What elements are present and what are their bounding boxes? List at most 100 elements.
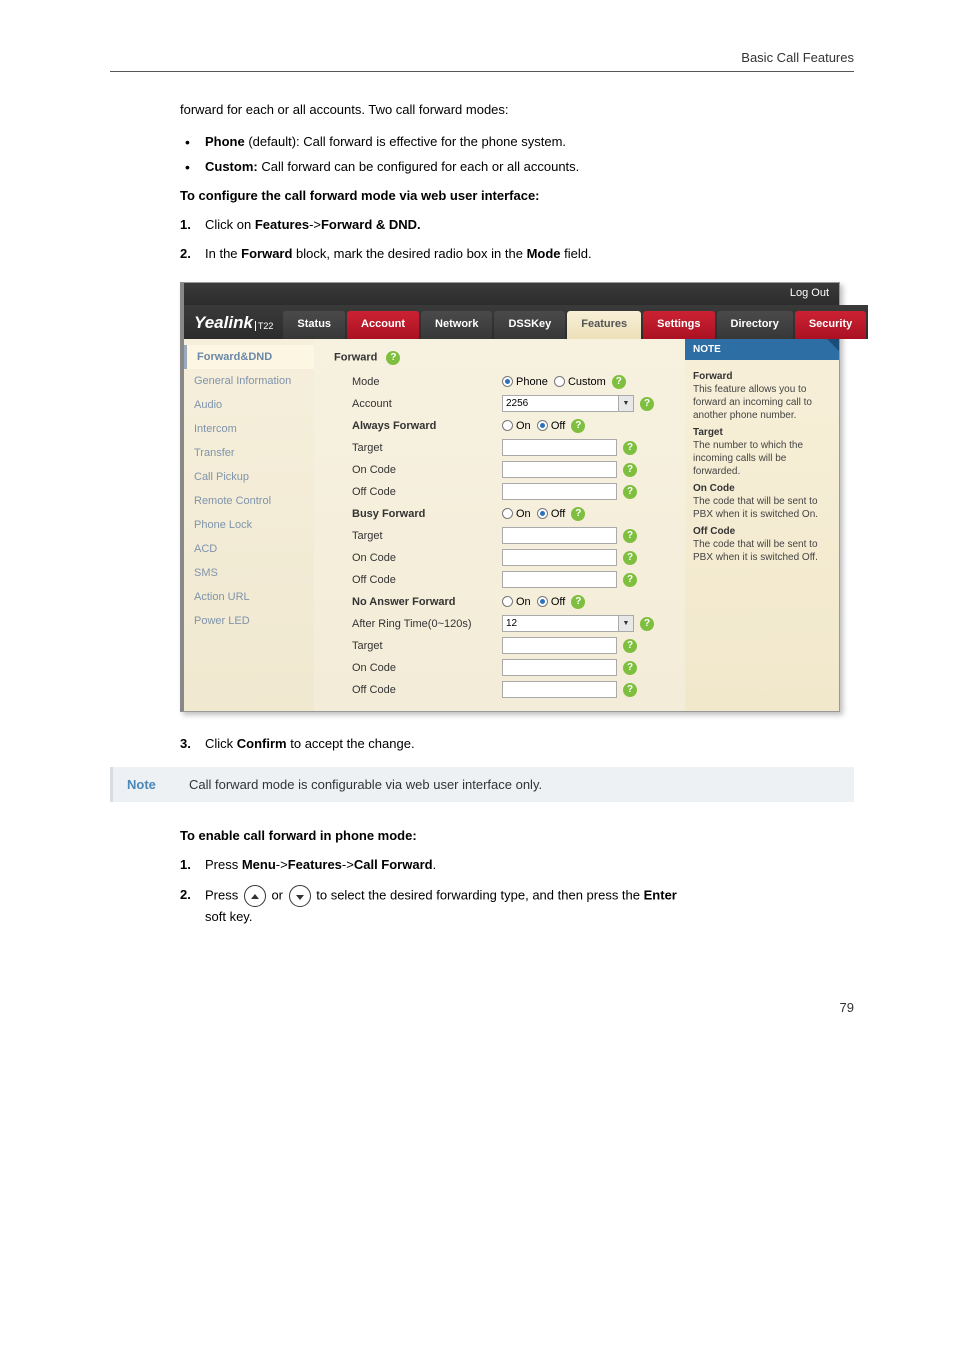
radio-busy-off[interactable] bbox=[537, 508, 548, 519]
bullet-phone-bold: Phone bbox=[205, 134, 245, 149]
radio-noanswer-off[interactable] bbox=[537, 596, 548, 607]
help-icon[interactable]: ? bbox=[623, 573, 637, 587]
up-key-icon bbox=[244, 885, 266, 907]
help-icon[interactable]: ? bbox=[571, 595, 585, 609]
label-oncode: On Code bbox=[352, 662, 502, 674]
radio-always-off[interactable] bbox=[537, 420, 548, 431]
step2-end: field. bbox=[561, 246, 592, 261]
sidebar-item-callpickup[interactable]: Call Pickup bbox=[184, 465, 314, 489]
account-select[interactable]: 2256▼ bbox=[502, 395, 634, 412]
pstep1-end: . bbox=[433, 857, 437, 872]
note-offcode-desc: The code that will be sent to PBX when i… bbox=[693, 538, 831, 564]
pstep1-b2: Features bbox=[288, 857, 342, 872]
pstep2-post: to select the desired forwarding type, a… bbox=[313, 887, 644, 902]
sidebar-item-remote[interactable]: Remote Control bbox=[184, 489, 314, 513]
sidebar-item-audio[interactable]: Audio bbox=[184, 393, 314, 417]
sidebar-item-phonelock[interactable]: Phone Lock bbox=[184, 513, 314, 537]
label-afterring: After Ring Time(0~120s) bbox=[352, 618, 502, 630]
bullet-custom-bold: Custom: bbox=[205, 159, 258, 174]
help-icon[interactable]: ? bbox=[623, 551, 637, 565]
intro-paragraph: forward for each or all accounts. Two ca… bbox=[110, 100, 854, 120]
tab-directory[interactable]: Directory bbox=[717, 311, 793, 339]
step2-b1: Forward bbox=[241, 246, 292, 261]
busy-oncode-input[interactable] bbox=[502, 549, 617, 566]
sidebar-item-actionurl[interactable]: Action URL bbox=[184, 585, 314, 609]
step1-pre: Click on bbox=[205, 217, 255, 232]
note-text: Call forward mode is configurable via we… bbox=[189, 777, 840, 792]
tab-settings[interactable]: Settings bbox=[643, 311, 714, 339]
tab-security[interactable]: Security bbox=[795, 311, 866, 339]
radio-busy-on[interactable] bbox=[502, 508, 513, 519]
note-header: NOTE bbox=[685, 339, 839, 360]
always-target-input[interactable] bbox=[502, 439, 617, 456]
radio-on-label: On bbox=[516, 508, 531, 520]
help-icon[interactable]: ? bbox=[571, 419, 585, 433]
sidebar-item-sms[interactable]: SMS bbox=[184, 561, 314, 585]
always-offcode-input[interactable] bbox=[502, 483, 617, 500]
radio-phone[interactable] bbox=[502, 376, 513, 387]
help-icon[interactable]: ? bbox=[623, 485, 637, 499]
help-icon[interactable]: ? bbox=[612, 375, 626, 389]
pstep1-m1: -> bbox=[276, 857, 288, 872]
step2-mid: block, mark the desired radio box in the bbox=[292, 246, 526, 261]
noanswer-target-input[interactable] bbox=[502, 637, 617, 654]
radio-always-on[interactable] bbox=[502, 420, 513, 431]
brand-text: Yealink bbox=[194, 313, 253, 333]
noanswer-offcode-input[interactable] bbox=[502, 681, 617, 698]
busy-target-input[interactable] bbox=[502, 527, 617, 544]
pstep2-end: soft key. bbox=[205, 909, 252, 924]
sidebar-item-acd[interactable]: ACD bbox=[184, 537, 314, 561]
radio-custom-label: Custom bbox=[568, 376, 606, 388]
tab-dsskey[interactable]: DSSKey bbox=[494, 311, 565, 339]
radio-off-label: Off bbox=[551, 420, 565, 432]
help-icon[interactable]: ? bbox=[640, 617, 654, 631]
sidebar-item-intercom[interactable]: Intercom bbox=[184, 417, 314, 441]
radio-on-label: On bbox=[516, 596, 531, 608]
noanswer-oncode-input[interactable] bbox=[502, 659, 617, 676]
help-icon[interactable]: ? bbox=[623, 661, 637, 675]
label-noanswer-forward: No Answer Forward bbox=[352, 596, 502, 608]
busy-offcode-input[interactable] bbox=[502, 571, 617, 588]
help-icon[interactable]: ? bbox=[623, 529, 637, 543]
pstep2-mid: or bbox=[268, 887, 287, 902]
radio-custom[interactable] bbox=[554, 376, 565, 387]
note-oncode-title: On Code bbox=[693, 482, 831, 495]
tab-features[interactable]: Features bbox=[567, 311, 641, 339]
always-oncode-input[interactable] bbox=[502, 461, 617, 478]
sidebar-item-general[interactable]: General Information bbox=[184, 369, 314, 393]
afterring-select[interactable]: 12▼ bbox=[502, 615, 634, 632]
page-header: Basic Call Features bbox=[110, 50, 854, 72]
tab-network[interactable]: Network bbox=[421, 311, 492, 339]
step2-pre: In the bbox=[205, 246, 241, 261]
subhead-enable: To enable call forward in phone mode: bbox=[180, 828, 854, 843]
radio-phone-label: Phone bbox=[516, 376, 548, 388]
sidebar-item-powerled[interactable]: Power LED bbox=[184, 609, 314, 633]
help-icon[interactable]: ? bbox=[623, 683, 637, 697]
help-icon[interactable]: ? bbox=[571, 507, 585, 521]
afterring-value: 12 bbox=[506, 618, 517, 629]
help-icon[interactable]: ? bbox=[640, 397, 654, 411]
label-offcode: Off Code bbox=[352, 684, 502, 696]
tab-account[interactable]: Account bbox=[347, 311, 419, 339]
label-offcode: Off Code bbox=[352, 574, 502, 586]
help-icon[interactable]: ? bbox=[623, 463, 637, 477]
help-icon[interactable]: ? bbox=[386, 351, 400, 365]
note-target-desc: The number to which the incoming calls w… bbox=[693, 439, 831, 478]
step3-pre: Click bbox=[205, 736, 237, 751]
radio-noanswer-on[interactable] bbox=[502, 596, 513, 607]
chevron-down-icon: ▼ bbox=[618, 396, 633, 411]
sidebar-item-transfer[interactable]: Transfer bbox=[184, 441, 314, 465]
note-callout: Note Call forward mode is configurable v… bbox=[110, 767, 854, 802]
label-account: Account bbox=[352, 398, 502, 410]
sidebar-item-forward-dnd[interactable]: Forward&DND bbox=[184, 345, 314, 369]
help-icon[interactable]: ? bbox=[623, 441, 637, 455]
tab-status[interactable]: Status bbox=[283, 311, 345, 339]
step-3: 3. Click Confirm to accept the change. bbox=[205, 734, 854, 754]
step1-b2: Forward & DND. bbox=[321, 217, 421, 232]
help-icon[interactable]: ? bbox=[623, 639, 637, 653]
logout-link[interactable]: Log Out bbox=[790, 287, 829, 299]
phone-step-1: 1. Press Menu->Features->Call Forward. bbox=[205, 855, 854, 875]
note-oncode-desc: The code that will be sent to PBX when i… bbox=[693, 495, 831, 521]
note-forward-title: Forward bbox=[693, 370, 831, 383]
step3-b: Confirm bbox=[237, 736, 287, 751]
